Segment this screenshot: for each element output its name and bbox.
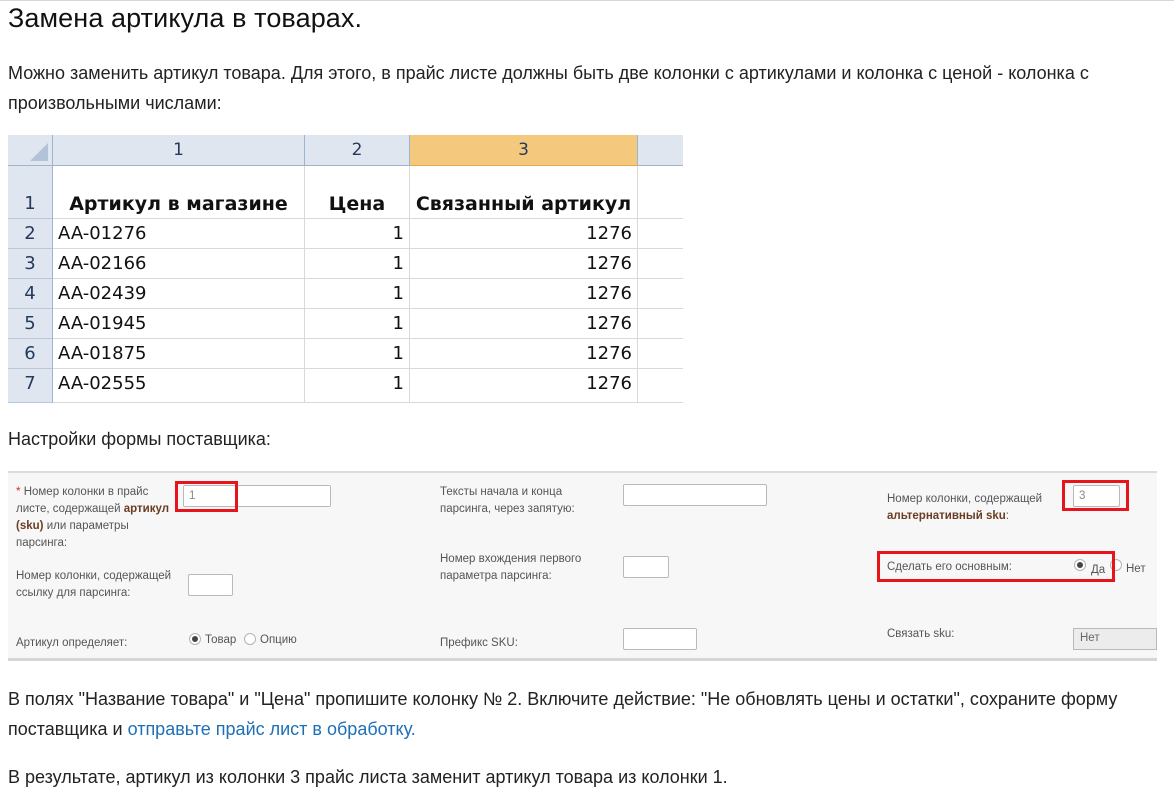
sheet-row-number: 3 (8, 249, 53, 279)
sheet-row-number: 1 (8, 166, 53, 219)
sheet-col-header-selected: 3 (410, 135, 638, 166)
page-title: Замена артикула в товарах. (8, 3, 363, 33)
send-price-list-link[interactable]: отправьте прайс лист в обработку. (128, 719, 416, 739)
sheet-cell: 1 (305, 219, 410, 249)
sheet-cell: AA-01276 (53, 219, 305, 249)
instruction-paragraph: В полях "Название товара" и "Цена" пропи… (8, 689, 1118, 739)
sheet-cell: 1276 (410, 279, 638, 309)
sheet-cell: AA-02166 (53, 249, 305, 279)
highlight-sku-column (175, 481, 238, 512)
parse-texts-label: Тексты начала и конца парсинга, через за… (440, 486, 575, 515)
alt-sku-label: Номер колонки, содержащей альтернативный… (887, 493, 1043, 522)
sheet-row-number: 2 (8, 219, 53, 249)
sheet-row-number: 4 (8, 279, 53, 309)
sheet-col-header: 1 (53, 135, 305, 166)
sheet-cell: 1 (305, 249, 410, 279)
select-all-icon (30, 143, 48, 161)
sheet-empty-cell (638, 279, 683, 309)
sheet-cell: 1276 (410, 369, 638, 403)
sheet-cell: AA-01875 (53, 339, 305, 369)
sheet-cell: 1 (305, 339, 410, 369)
radio-option[interactable] (244, 633, 256, 645)
sheet-row-number: 6 (8, 339, 53, 369)
sheet-cell: 1 (305, 309, 410, 339)
first-occurrence-label: Номер вхождения первого параметра парсин… (440, 553, 582, 582)
radio-no-label: Нет (1126, 563, 1146, 575)
sheet-row-number: 7 (8, 369, 53, 403)
sheet-empty-cell (638, 309, 683, 339)
sheet-corner (8, 135, 53, 166)
sheet-col-header: 2 (305, 135, 410, 166)
sku-prefix-input[interactable] (623, 628, 697, 650)
intro-paragraph: Можно заменить артикул товара. Для этого… (8, 63, 1089, 113)
first-occurrence-input[interactable] (623, 556, 669, 578)
sheet-row-number: 5 (8, 309, 53, 339)
sku-column-label: * Номер колонки в прайс листе, содержаще… (16, 486, 170, 549)
link-sku-select[interactable]: Нет (1073, 628, 1157, 650)
sheet-cell: 1276 (410, 309, 638, 339)
sheet-cell: 1276 (410, 249, 638, 279)
radio-product-label: Товар (205, 634, 237, 646)
result-paragraph: В результате, артикул из колонки 3 прайс… (8, 767, 728, 787)
parse-texts-input[interactable] (623, 484, 767, 506)
sheet-cell: 1 (305, 279, 410, 309)
sheet-cell: 1276 (410, 219, 638, 249)
sheet-header-cell: Связанный артикул (410, 166, 638, 219)
sheet-col-header-empty (638, 135, 683, 166)
radio-product[interactable] (189, 633, 201, 645)
radio-option-label: Опцию (260, 634, 297, 646)
sheet-header-cell: Цена (305, 166, 410, 219)
required-mark: * (16, 486, 21, 498)
link-sku-label: Связать sku: (887, 628, 955, 640)
sheet-cell: 1 (305, 369, 410, 403)
highlight-alt-sku (1062, 480, 1129, 511)
top-divider (0, 0, 1174, 1)
sheet-cell: AA-01945 (53, 309, 305, 339)
sheet-empty-cell (638, 166, 683, 219)
sheet-empty-cell (638, 249, 683, 279)
sheet-cell: AA-02439 (53, 279, 305, 309)
link-column-input[interactable] (188, 574, 233, 596)
sheet-empty-cell (638, 219, 683, 249)
sheet-cell: AA-02555 (53, 369, 305, 403)
supplier-form-panel: * Номер колонки в прайс листе, содержаще… (8, 471, 1157, 661)
sheet-empty-cell (638, 339, 683, 369)
spreadsheet-example: 1 2 3 1 Артикул в магазине Цена Связанны… (8, 135, 683, 403)
highlight-make-main (877, 551, 1115, 582)
sheet-empty-cell (638, 369, 683, 403)
form-settings-heading: Настройки формы поставщика: (8, 429, 271, 449)
article-defines-label: Артикул определяет: (16, 637, 128, 649)
sheet-cell: 1276 (410, 339, 638, 369)
sku-prefix-label: Префикс SKU: (440, 637, 518, 649)
link-column-label: Номер колонки, содержащей ссылку для пар… (16, 570, 172, 599)
sheet-header-cell: Артикул в магазине (53, 166, 305, 219)
